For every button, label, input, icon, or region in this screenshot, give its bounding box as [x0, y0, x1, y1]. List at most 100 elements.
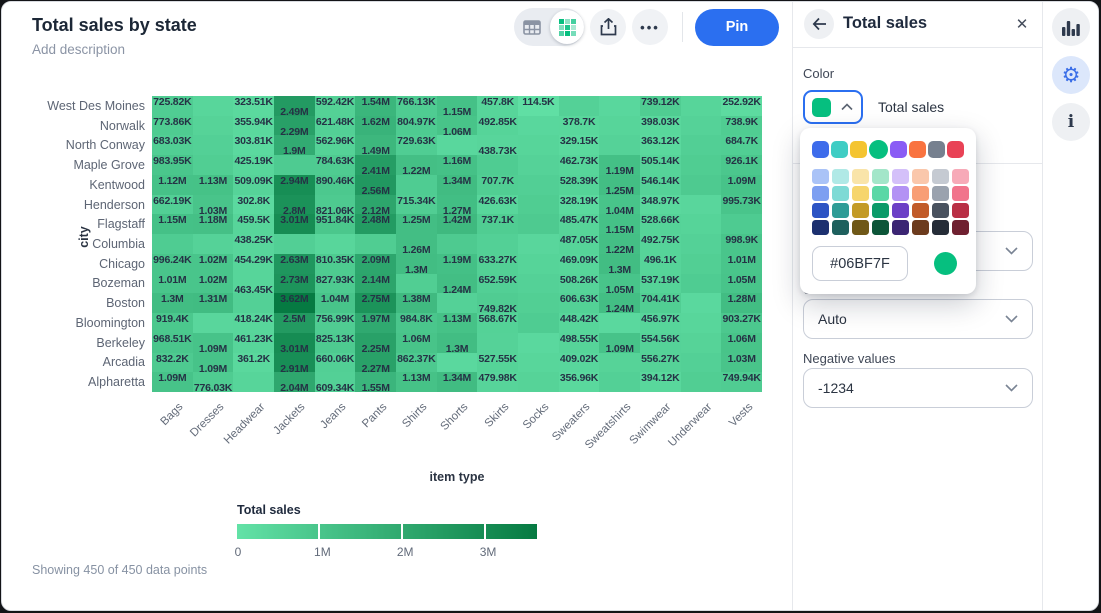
heatmap-cell[interactable]	[477, 234, 518, 254]
palette-swatch[interactable]	[832, 203, 849, 218]
heatmap-cell[interactable]	[193, 96, 234, 116]
palette-swatch[interactable]	[872, 169, 889, 184]
heatmap-cell[interactable]	[477, 155, 518, 175]
heatmap-cell[interactable]	[681, 175, 722, 195]
color-dropdown-button[interactable]	[803, 90, 863, 124]
palette-swatch[interactable]	[928, 141, 945, 158]
heatmap-cell[interactable]	[681, 293, 722, 313]
heatmap-cell[interactable]	[193, 155, 234, 175]
heatmap-cell[interactable]	[681, 372, 722, 392]
heatmap-cell[interactable]	[681, 195, 722, 215]
palette-swatch[interactable]	[812, 169, 829, 184]
heatmap-cell[interactable]	[518, 175, 559, 195]
palette-swatch[interactable]	[832, 220, 849, 235]
palette-swatch[interactable]	[852, 169, 869, 184]
palette-swatch[interactable]	[892, 220, 909, 235]
heatmap-cell[interactable]	[518, 214, 559, 234]
palette-swatch[interactable]	[872, 220, 889, 235]
heatmap-cell[interactable]	[518, 372, 559, 392]
heatmap-cell[interactable]	[599, 96, 640, 116]
palette-swatch[interactable]	[952, 169, 969, 184]
palette-swatch[interactable]	[892, 186, 909, 201]
palette-swatch[interactable]	[932, 220, 949, 235]
chart-config-button[interactable]	[1052, 8, 1090, 46]
heatmap-cell[interactable]	[518, 353, 559, 373]
palette-swatch[interactable]	[852, 186, 869, 201]
heatmap-cell[interactable]	[518, 333, 559, 353]
palette-swatch[interactable]	[912, 186, 929, 201]
palette-swatch[interactable]	[932, 203, 949, 218]
palette-swatch[interactable]	[952, 186, 969, 201]
share-button[interactable]	[590, 9, 626, 45]
palette-swatch[interactable]	[850, 141, 867, 158]
heatmap-cell[interactable]	[681, 274, 722, 294]
heatmap-cell[interactable]	[315, 234, 356, 254]
heatmap-cell[interactable]	[681, 353, 722, 373]
heatmap-cell[interactable]	[396, 274, 437, 294]
palette-swatch[interactable]	[912, 169, 929, 184]
heatmap-cell[interactable]	[355, 234, 396, 254]
palette-swatch[interactable]	[892, 203, 909, 218]
palette-swatch[interactable]	[932, 186, 949, 201]
heatmap-cell[interactable]	[599, 135, 640, 155]
palette-swatch[interactable]	[832, 169, 849, 184]
palette-swatch[interactable]	[909, 141, 926, 158]
unit-dropdown[interactable]: Auto	[803, 299, 1033, 339]
heatmap-cell[interactable]	[681, 234, 722, 254]
heatmap-cell[interactable]	[274, 155, 315, 175]
heatmap-cell[interactable]	[518, 135, 559, 155]
heatmap-cell[interactable]	[681, 333, 722, 353]
palette-swatch[interactable]	[912, 220, 929, 235]
palette-swatch[interactable]	[812, 141, 829, 158]
heatmap-cell[interactable]	[437, 234, 478, 254]
heatmap-cell[interactable]	[477, 333, 518, 353]
settings-button[interactable]: ⚙	[1052, 56, 1090, 94]
palette-swatch[interactable]	[872, 203, 889, 218]
palette-swatch-selected[interactable]	[869, 140, 888, 159]
heatmap-cell[interactable]	[233, 293, 274, 313]
palette-swatch[interactable]	[832, 186, 849, 201]
heatmap-cell[interactable]	[518, 155, 559, 175]
pin-button[interactable]: Pin	[695, 9, 779, 46]
heatmap-cell[interactable]	[274, 234, 315, 254]
heatmap-cell[interactable]	[559, 96, 600, 116]
palette-swatch[interactable]	[852, 220, 869, 235]
palette-swatch[interactable]	[831, 141, 848, 158]
add-description[interactable]: Add description	[32, 42, 125, 57]
heatmap-cell[interactable]	[518, 116, 559, 136]
heatmap-cell[interactable]	[681, 214, 722, 234]
heatmap-cell[interactable]	[681, 116, 722, 136]
heatmap-cell[interactable]	[681, 135, 722, 155]
heatmap-cell[interactable]	[681, 96, 722, 116]
heatmap-cell[interactable]	[437, 135, 478, 155]
heatmap-view-button[interactable]	[550, 10, 584, 44]
heatmap-cell[interactable]	[599, 372, 640, 392]
heatmap-cell[interactable]	[681, 313, 722, 333]
heatmap-cell[interactable]	[193, 234, 234, 254]
heatmap-cell[interactable]	[721, 214, 762, 234]
heatmap-cell[interactable]	[437, 353, 478, 373]
info-button[interactable]: i	[1052, 103, 1090, 141]
table-view-button[interactable]	[514, 8, 549, 46]
close-button[interactable]: ✕	[1009, 11, 1035, 37]
palette-swatch[interactable]	[932, 169, 949, 184]
palette-swatch[interactable]	[812, 220, 829, 235]
palette-swatch[interactable]	[952, 220, 969, 235]
heatmap-cell[interactable]	[599, 116, 640, 136]
palette-swatch[interactable]	[892, 169, 909, 184]
hex-color-input[interactable]	[812, 246, 908, 281]
palette-swatch[interactable]	[812, 203, 829, 218]
heatmap-cell[interactable]	[518, 274, 559, 294]
palette-swatch[interactable]	[912, 203, 929, 218]
heatmap-cell[interactable]	[599, 313, 640, 333]
heatmap-cell[interactable]	[152, 234, 193, 254]
heatmap-cell[interactable]	[518, 293, 559, 313]
heatmap-cell[interactable]	[681, 254, 722, 274]
heatmap-cell[interactable]	[518, 195, 559, 215]
heatmap-cell[interactable]	[193, 116, 234, 136]
negative-values-dropdown[interactable]: -1234	[803, 368, 1033, 408]
heatmap-cell[interactable]	[193, 135, 234, 155]
heatmap-cell[interactable]	[233, 372, 274, 392]
heatmap-cell[interactable]	[437, 293, 478, 313]
palette-swatch[interactable]	[852, 203, 869, 218]
